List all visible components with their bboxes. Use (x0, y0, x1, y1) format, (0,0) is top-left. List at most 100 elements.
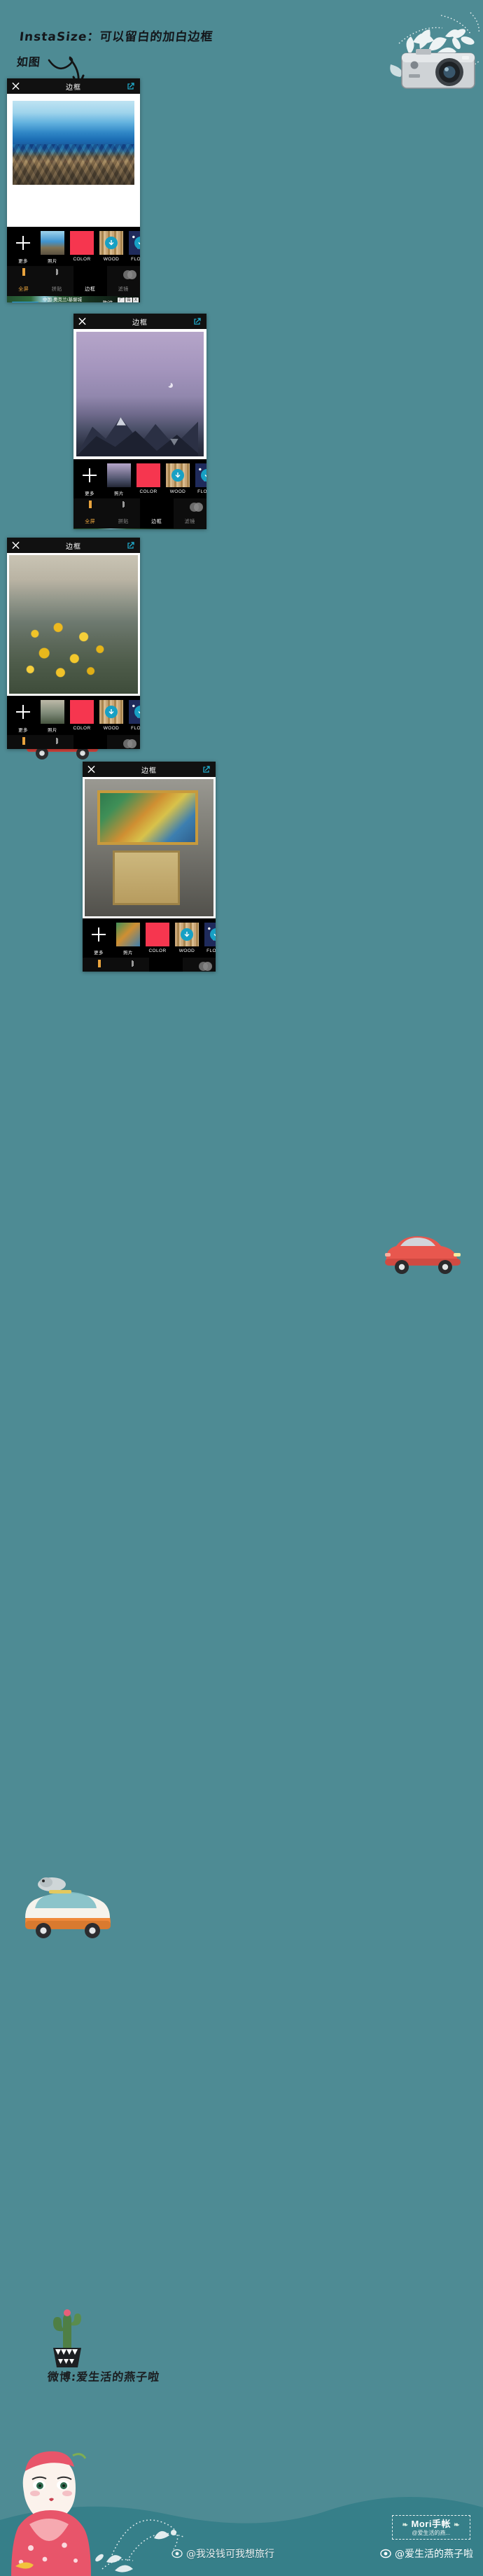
nav-fullscreen[interactable]: 全屏 (7, 266, 41, 296)
nav-label: 滤镜 (184, 519, 195, 524)
photo-thumb-icon[interactable] (41, 700, 64, 724)
plus-icon[interactable] (11, 700, 35, 724)
download-icon[interactable] (210, 928, 216, 941)
nav-collage[interactable]: 拼贴 (116, 958, 150, 972)
close-icon[interactable] (78, 317, 86, 326)
tool-color[interactable]: COLOR (70, 231, 94, 262)
tool-floral[interactable]: FLORAL (129, 700, 140, 731)
nav-border[interactable]: 边框 (74, 266, 107, 296)
editor-canvas[interactable] (83, 777, 216, 918)
nav-fullscreen[interactable]: 全屏 (7, 735, 41, 749)
nav-filter[interactable]: 滤镜 (174, 498, 207, 528)
nav-filter[interactable]: 滤镜 (107, 735, 141, 749)
ad-close-label[interactable]: X (132, 298, 139, 302)
editor-canvas[interactable] (7, 553, 140, 696)
tool-photo[interactable]: 照片 (116, 923, 140, 955)
easel-painting-photo[interactable] (85, 779, 214, 916)
editor-canvas[interactable] (7, 94, 140, 227)
color-swatch-icon[interactable] (70, 700, 94, 724)
tool-label: FLORAL (131, 257, 140, 262)
border-tool-row[interactable]: 更多 照片 COLOR WOOD FLO (87, 923, 216, 955)
tool-color[interactable]: COLOR (70, 700, 94, 731)
tool-more[interactable]: 更多 (87, 923, 111, 955)
floral-swatch-icon[interactable] (129, 231, 140, 255)
tool-more[interactable]: 更多 (78, 463, 102, 496)
ad-banner[interactable]: 即刻预订 中国·奥克兰/基督城 ¥3,280起 陶波 100%纯净新西兰 广 告… (74, 528, 206, 529)
nav-filter[interactable]: 滤镜 (107, 266, 141, 296)
ad-labels[interactable]: 广 告 X (117, 298, 139, 302)
bottom-nav[interactable]: 全屏 拼贴 边框 滤镜 (83, 958, 216, 972)
app-header: 边框 (74, 314, 206, 329)
filter-icon (107, 738, 141, 749)
download-icon[interactable] (201, 469, 206, 482)
nav-collage[interactable]: 拼贴 (107, 498, 141, 528)
plus-icon[interactable] (11, 231, 35, 255)
download-icon[interactable] (172, 469, 184, 482)
nav-collage[interactable]: 拼贴 (41, 735, 74, 749)
tool-photo[interactable]: 照片 (107, 463, 131, 496)
close-icon[interactable] (12, 541, 20, 550)
close-icon[interactable] (88, 765, 95, 774)
tool-color[interactable]: COLOR (136, 463, 160, 494)
mountains-photo[interactable] (76, 332, 204, 456)
sunflowers-photo[interactable] (9, 555, 138, 694)
tool-floral[interactable]: FLORAL (195, 463, 206, 494)
bottom-nav[interactable]: 全屏 拼贴 边框 滤镜 (7, 735, 140, 749)
bottom-nav[interactable]: 全屏 拼贴 边框 滤镜 (74, 498, 206, 528)
border-tool-row[interactable]: 更多 照片 COLOR WOOD FLO (11, 700, 140, 733)
tool-wood[interactable]: WOOD (166, 463, 190, 494)
nav-border[interactable]: 边框 (74, 735, 107, 749)
ad-banner[interactable]: 即刻预订 中国·奥克兰/基督城 ¥3,280起 陶波 100%纯净新西兰 广 告… (7, 296, 140, 302)
wood-swatch-icon[interactable] (99, 231, 123, 255)
color-swatch-icon[interactable] (70, 231, 94, 255)
sea-rocks-photo[interactable] (13, 101, 134, 185)
nav-fullscreen[interactable]: 全屏 (83, 958, 116, 972)
app-header: 边框 (7, 78, 140, 94)
photo-thumb-icon[interactable] (116, 923, 140, 946)
download-icon[interactable] (134, 706, 140, 718)
wood-swatch-icon[interactable] (99, 700, 123, 724)
share-icon[interactable] (127, 82, 135, 90)
tool-floral[interactable]: FLORAL (204, 923, 216, 953)
plus-icon[interactable] (87, 923, 111, 946)
wood-swatch-icon[interactable] (175, 923, 199, 946)
share-icon[interactable] (127, 541, 135, 550)
download-icon[interactable] (181, 928, 193, 941)
border-tool-row[interactable]: 更多 照片 COLOR WOOD FLO (11, 231, 140, 264)
bottom-nav[interactable]: 全屏 拼贴 边框 滤镜 (7, 266, 140, 296)
tool-wood[interactable]: WOOD (99, 700, 123, 731)
tool-photo[interactable]: 照片 (41, 231, 64, 264)
floral-swatch-icon[interactable] (195, 463, 206, 487)
tool-wood[interactable]: WOOD (175, 923, 199, 953)
tool-floral[interactable]: FLORAL (129, 231, 140, 262)
download-icon[interactable] (134, 237, 140, 249)
tool-more[interactable]: 更多 (11, 231, 35, 264)
color-swatch-icon[interactable] (146, 923, 169, 946)
nav-fullscreen[interactable]: 全屏 (74, 498, 107, 528)
collage-icon (116, 960, 150, 972)
tool-photo[interactable]: 照片 (41, 700, 64, 733)
nav-border[interactable]: 边框 (149, 958, 183, 972)
photo-thumb-icon[interactable] (41, 231, 64, 255)
share-icon[interactable] (193, 317, 202, 326)
floral-swatch-icon[interactable] (204, 923, 216, 946)
color-swatch-icon[interactable] (136, 463, 160, 487)
ad-book-button[interactable]: 即刻预订 (12, 301, 38, 302)
photo-thumb-icon[interactable] (107, 463, 131, 487)
download-icon[interactable] (105, 706, 118, 718)
filter-icon (183, 961, 216, 972)
nav-filter[interactable]: 滤镜 (183, 958, 216, 972)
border-tool-row[interactable]: 更多 照片 COLOR WOOD FLO (78, 463, 206, 496)
tool-wood[interactable]: WOOD (99, 231, 123, 262)
tool-color[interactable]: COLOR (146, 923, 169, 953)
tool-more[interactable]: 更多 (11, 700, 35, 733)
download-icon[interactable] (105, 237, 118, 249)
close-icon[interactable] (12, 82, 20, 90)
wood-swatch-icon[interactable] (166, 463, 190, 487)
nav-collage[interactable]: 拼贴 (41, 266, 74, 296)
plus-icon[interactable] (78, 463, 102, 487)
editor-canvas[interactable] (74, 329, 206, 459)
share-icon[interactable] (202, 765, 211, 774)
nav-border[interactable]: 边框 (140, 498, 174, 528)
floral-swatch-icon[interactable] (129, 700, 140, 724)
